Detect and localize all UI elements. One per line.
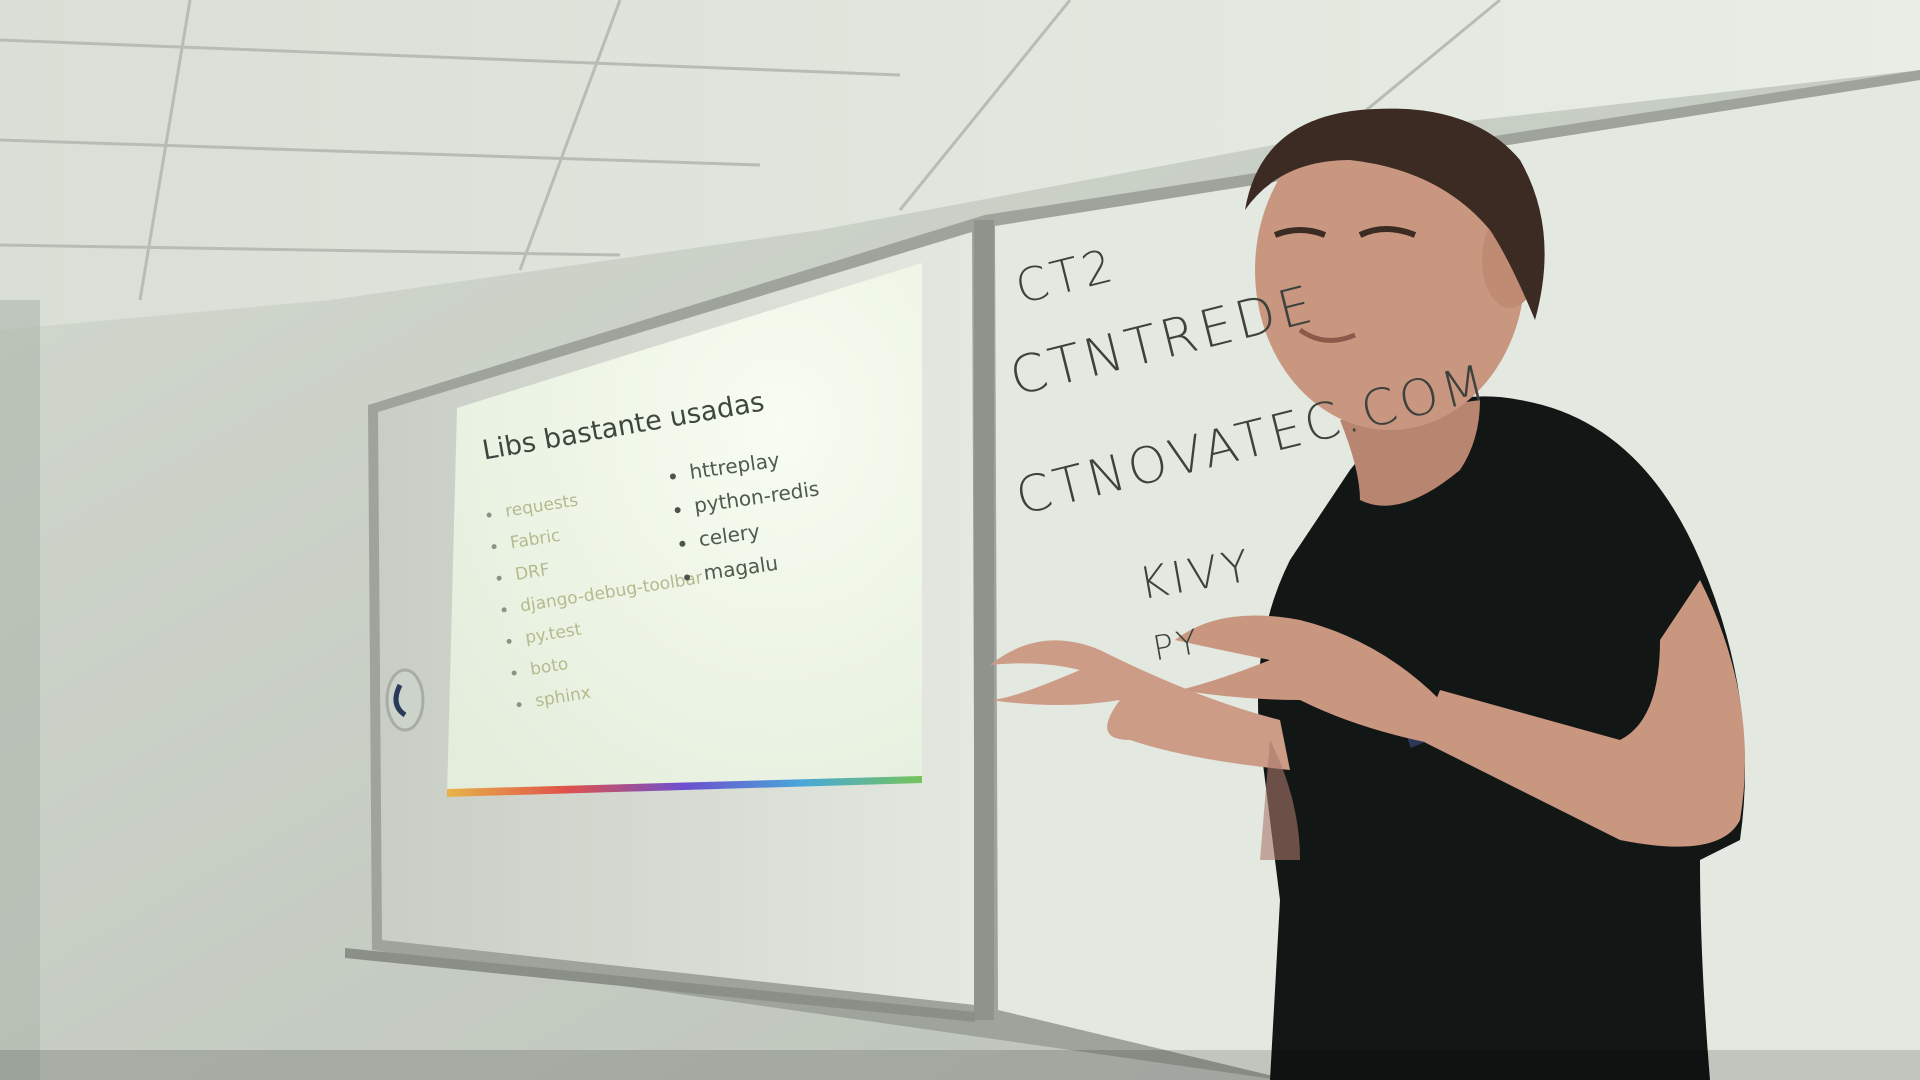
whiteboard-line-py: PY xyxy=(1150,621,1205,670)
classroom-scene xyxy=(0,0,1920,1080)
